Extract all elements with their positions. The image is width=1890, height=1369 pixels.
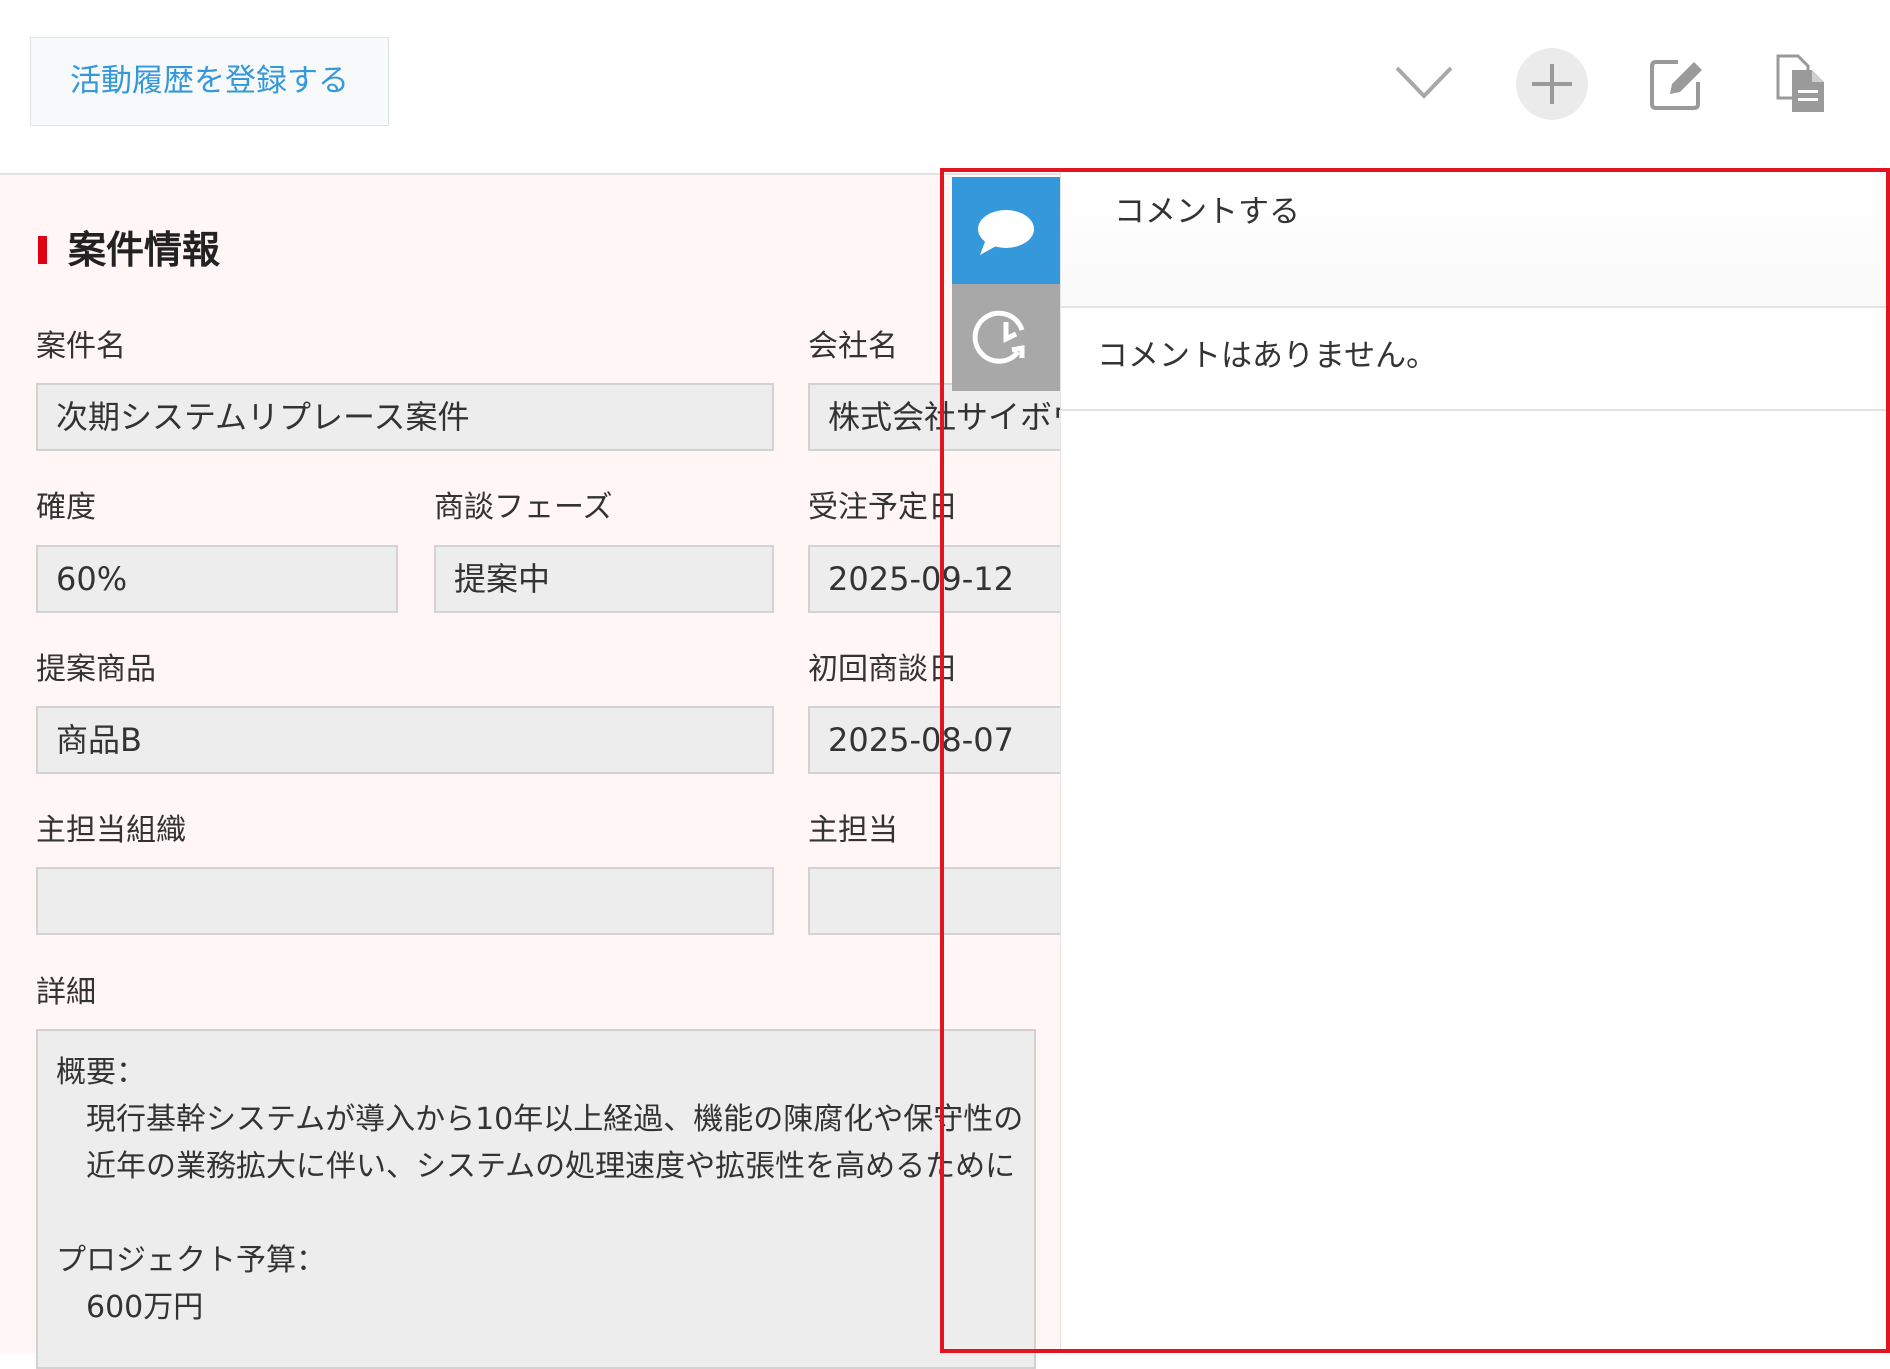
product-value: 商品B xyxy=(36,706,774,774)
details-value: 概要： 現行基幹システムが導入から10年以上経過、機能の陳腐化や保守性の 近年の… xyxy=(36,1029,1036,1369)
register-activity-button[interactable]: 活動履歴を登録する xyxy=(30,37,389,126)
probability-label: 確度 xyxy=(36,490,96,525)
details-label: 詳細 xyxy=(36,975,96,1010)
chevron-down-icon[interactable] xyxy=(1394,60,1454,106)
add-record-button[interactable] xyxy=(1516,48,1588,120)
product-label: 提案商品 xyxy=(36,652,156,687)
expected-order-date-label: 受注予定日 xyxy=(808,490,958,525)
owner-org-label: 主担当組織 xyxy=(36,813,186,848)
deal-name-value: 次期システムリプレース案件 xyxy=(36,383,774,451)
highlight-frame xyxy=(940,168,1890,1353)
record-toolbar: 活動履歴を登録する xyxy=(0,0,1890,175)
deal-name-label: 案件名 xyxy=(36,329,126,364)
owner-label: 主担当 xyxy=(808,813,898,848)
edit-icon[interactable] xyxy=(1648,56,1704,112)
probability-value: 60% xyxy=(36,545,398,613)
company-name-label: 会社名 xyxy=(808,329,898,364)
phase-value: 提案中 xyxy=(434,545,774,613)
owner-org-value xyxy=(36,867,774,935)
phase-label: 商談フェーズ xyxy=(434,490,613,525)
section-title: 案件情報 xyxy=(38,225,220,275)
first-meeting-date-label: 初回商談日 xyxy=(808,652,958,687)
copy-icon[interactable] xyxy=(1776,54,1826,114)
